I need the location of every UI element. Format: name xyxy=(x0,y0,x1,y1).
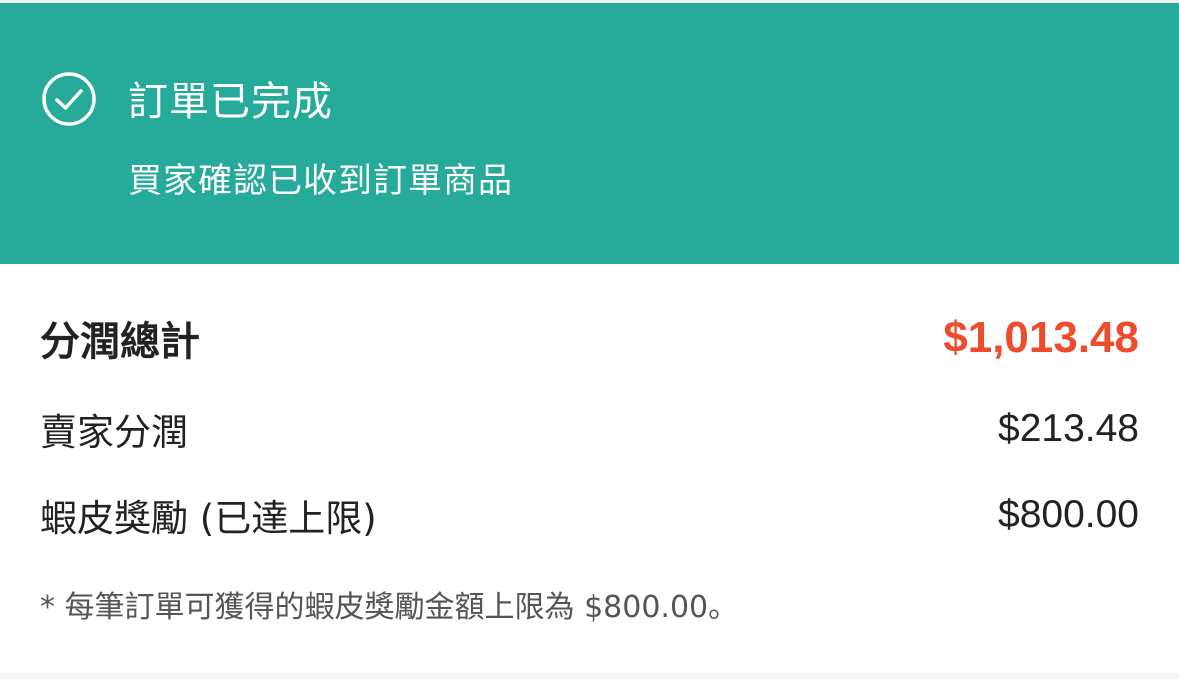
earnings-total-row: 分潤總計 $1,013.48 xyxy=(40,306,1139,370)
shopee-bonus-label: 蝦皮獎勵 (已達上限) xyxy=(40,497,377,540)
order-status-banner: 訂單已完成 買家確認已收到訂單商品 xyxy=(0,0,1179,264)
bonus-limit-footnote: * 每筆訂單可獲得的蝦皮獎勵金額上限為 $800.00。 xyxy=(40,590,739,625)
seller-earnings-value: $213.48 xyxy=(998,407,1139,450)
earnings-total-label: 分潤總計 xyxy=(40,319,200,365)
order-earnings-screen: 訂單已完成 買家確認已收到訂單商品 分潤總計 $1,013.48 賣家分潤 $2… xyxy=(0,0,1179,679)
section-divider xyxy=(0,673,1179,679)
shopee-bonus-row: 蝦皮獎勵 (已達上限) $800.00 xyxy=(40,488,1139,542)
shopee-bonus-value: $800.00 xyxy=(998,493,1139,536)
check-circle-icon xyxy=(42,72,96,126)
banner-top-edge xyxy=(0,0,1179,3)
seller-earnings-label: 賣家分潤 xyxy=(40,411,188,454)
seller-earnings-row: 賣家分潤 $213.48 xyxy=(40,402,1139,456)
earnings-total-value: $1,013.48 xyxy=(943,313,1139,362)
order-status-title: 訂單已完成 xyxy=(128,79,333,125)
order-status-subtitle: 買家確認已收到訂單商品 xyxy=(128,161,513,201)
